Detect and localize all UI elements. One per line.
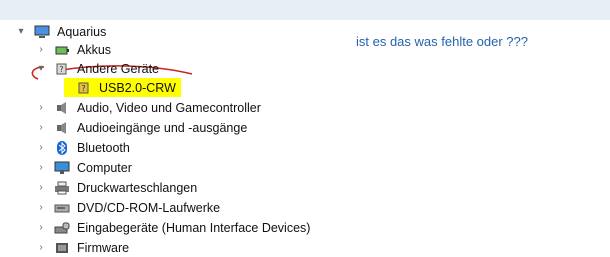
tree-item-label: Akkus bbox=[77, 42, 112, 57]
chevron-right-icon[interactable]: › bbox=[34, 122, 48, 133]
unknown-device-icon: ? bbox=[54, 62, 70, 76]
chevron-right-icon[interactable]: › bbox=[34, 222, 48, 233]
tree-item-hid[interactable]: › Eingabegeräte (Human Interface Devices… bbox=[34, 218, 310, 237]
tree-item-label: DVD/CD-ROM-Laufwerke bbox=[77, 200, 221, 215]
svg-text:?: ? bbox=[81, 84, 85, 93]
tree-item-label: Firmware bbox=[77, 240, 130, 255]
tree-item-bluetooth[interactable]: › Bluetooth bbox=[34, 138, 130, 157]
tree-item-label: Audioeingänge und -ausgänge bbox=[77, 120, 248, 135]
tree-root-label: Aquarius bbox=[57, 24, 107, 39]
question-text: ist es das was fehlte oder ??? bbox=[356, 34, 528, 49]
tree-item-label: USB2.0-CRW bbox=[99, 80, 176, 95]
warning-device-icon: ? bbox=[76, 81, 92, 95]
tree-item-akkus[interactable]: › Akkus bbox=[34, 40, 111, 59]
bluetooth-icon bbox=[54, 140, 70, 155]
hid-icon bbox=[54, 221, 70, 235]
tree-item-label: Audio, Video und Gamecontroller bbox=[77, 100, 261, 115]
svg-text:?: ? bbox=[59, 65, 63, 74]
chevron-right-icon[interactable]: › bbox=[34, 162, 48, 173]
chevron-right-icon[interactable]: › bbox=[34, 44, 48, 55]
tree-item-label: Computer bbox=[77, 160, 132, 175]
chevron-right-icon[interactable]: › bbox=[34, 242, 48, 253]
tree-item-label: Eingabegeräte (Human Interface Devices) bbox=[77, 220, 311, 235]
chevron-right-icon[interactable]: › bbox=[34, 102, 48, 113]
tree-item-audio-io[interactable]: › Audioeingänge und -ausgänge bbox=[34, 118, 247, 137]
speaker-icon bbox=[54, 121, 70, 135]
tree-item-printers[interactable]: › Druckwarteschlangen bbox=[34, 178, 197, 197]
tree-item-label: Druckwarteschlangen bbox=[77, 180, 198, 195]
tree-item-dvd[interactable]: › DVD/CD-ROM-Laufwerke bbox=[34, 198, 220, 217]
tree-item-label: Andere Geräte bbox=[77, 61, 159, 76]
tree-item-audio-video[interactable]: › Audio, Video und Gamecontroller bbox=[34, 98, 261, 117]
printer-icon bbox=[54, 181, 70, 195]
computer-root-icon bbox=[34, 25, 50, 39]
top-bar bbox=[0, 0, 610, 20]
firmware-icon bbox=[54, 241, 70, 255]
tree-item-usb2-crw[interactable]: ? USB2.0-CRW bbox=[76, 78, 176, 97]
battery-icon bbox=[54, 43, 70, 57]
chevron-right-icon[interactable]: › bbox=[34, 202, 48, 213]
monitor-icon bbox=[54, 161, 70, 175]
chevron-right-icon[interactable]: › bbox=[34, 182, 48, 193]
tree-item-label: Bluetooth bbox=[77, 140, 130, 155]
chevron-down-icon[interactable]: ▾ bbox=[14, 26, 28, 37]
speaker-icon bbox=[54, 101, 70, 115]
chevron-down-icon[interactable]: ▾ bbox=[34, 63, 48, 74]
disc-drive-icon bbox=[54, 201, 70, 215]
tree-item-andere-geraete[interactable]: ▾ ? Andere Geräte bbox=[34, 59, 159, 78]
chevron-right-icon[interactable]: › bbox=[34, 142, 48, 153]
tree-item-computer[interactable]: › Computer bbox=[34, 158, 132, 177]
tree-item-firmware[interactable]: › Firmware bbox=[34, 238, 129, 257]
tree-root[interactable]: ▾ Aquarius bbox=[14, 22, 106, 41]
